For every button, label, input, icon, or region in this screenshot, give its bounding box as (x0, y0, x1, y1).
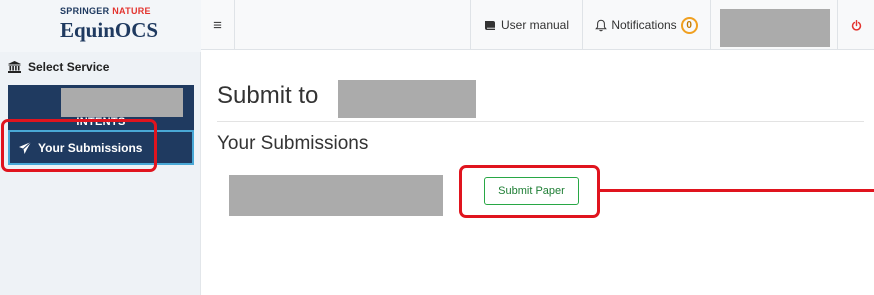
brand-logo[interactable]: SPRINGER NATURE EquinOCS (0, 0, 201, 52)
user-manual-link[interactable]: User manual (470, 0, 582, 50)
power-icon (851, 19, 861, 30)
logout-button[interactable] (837, 0, 874, 50)
hamburger-icon[interactable]: ≡ (201, 0, 235, 50)
sidebar: SPRINGER NATURE EquinOCS Select Service … (0, 0, 201, 295)
publisher-name: SPRINGER NATURE (60, 6, 151, 16)
notifications-label: Notifications (611, 18, 677, 32)
notifications-count-badge: 0 (680, 16, 698, 34)
select-service-label: Select Service (28, 60, 110, 74)
conference-header: INTENTS (8, 85, 194, 130)
annotation-pointer-line (600, 189, 874, 192)
sidebar-item-label: Your Submissions (38, 140, 143, 155)
product-name: EquinOCS (60, 18, 159, 42)
submit-paper-button[interactable]: Submit Paper (484, 177, 579, 205)
top-navbar: ≡ User manual Notifications 0 (201, 0, 874, 50)
user-manual-label: User manual (500, 18, 570, 32)
redacted-conference-title (338, 80, 476, 118)
bell-icon (595, 19, 608, 31)
sidebar-item-your-submissions[interactable]: Your Submissions (8, 130, 194, 165)
paper-plane-icon (19, 141, 31, 154)
notifications-button[interactable]: Notifications 0 (582, 0, 710, 50)
book-icon (484, 20, 495, 30)
redacted-submission-info (229, 175, 443, 216)
redacted-user-name (720, 9, 830, 47)
conference-acronym: INTENTS (76, 116, 126, 128)
institution-icon (8, 61, 21, 73)
title-divider (217, 121, 864, 122)
select-service-link[interactable]: Select Service (8, 59, 109, 75)
page-title: Submit to (217, 82, 319, 109)
user-menu[interactable] (710, 0, 837, 50)
section-title: Your Submissions (217, 133, 369, 154)
redacted-conference-name (61, 88, 183, 117)
